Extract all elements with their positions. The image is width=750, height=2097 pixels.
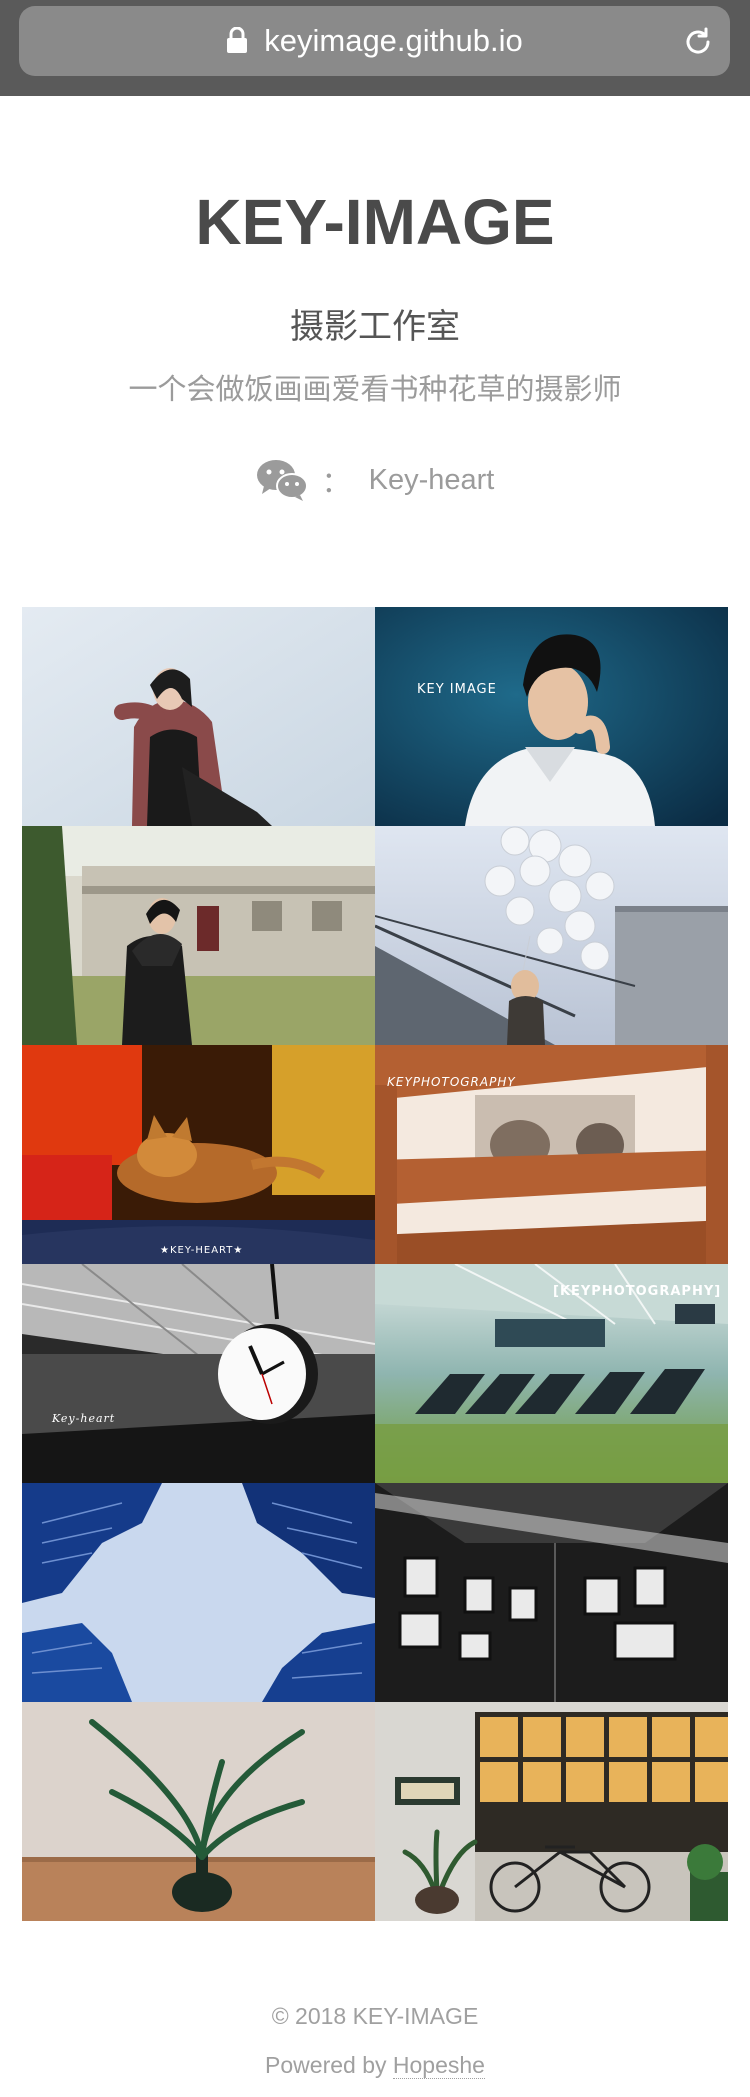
- photo-gallery: KEY IMAGE: [22, 607, 728, 1921]
- lock-icon: [227, 27, 248, 53]
- photo-plant-vase: [22, 1702, 375, 1921]
- photo-station-clock: [22, 1264, 375, 1483]
- address-bar[interactable]: keyimage.github.io: [19, 6, 730, 76]
- site-title: KEY-IMAGE: [195, 186, 555, 258]
- watermark: KEY IMAGE: [417, 682, 496, 698]
- wechat-id: Key-heart: [368, 463, 495, 496]
- photo-woman-cardigan: [22, 607, 375, 826]
- photo-tile[interactable]: [22, 826, 375, 1045]
- watermark: Key-heart: [52, 1412, 116, 1425]
- powered-prefix: Powered by: [265, 2052, 393, 2078]
- site-tagline: 一个会做饭画画爱看书种花草的摄影师: [128, 374, 622, 406]
- photo-man-white-shirt: [375, 607, 728, 826]
- photo-woman-old-buildings: [22, 826, 375, 1045]
- photo-sleeping-cat: [22, 1045, 375, 1264]
- photo-tile[interactable]: [22, 1483, 375, 1702]
- photo-tile[interactable]: [22, 607, 375, 826]
- photo-tile[interactable]: [22, 1702, 375, 1921]
- photo-tile[interactable]: [375, 1483, 728, 1702]
- browser-toolbar: keyimage.github.io: [0, 0, 750, 96]
- photo-tile[interactable]: [375, 1702, 728, 1921]
- photo-balloons-stairway: [375, 826, 728, 1045]
- footer-copyright: © 2018 KEY-IMAGE: [271, 2003, 479, 2029]
- photo-tile[interactable]: ★KEY-HEART★: [22, 1045, 375, 1264]
- wechat-contact: ： Key-heart: [0, 458, 750, 502]
- footer-powered-by: Powered by Hopeshe: [0, 2052, 750, 2079]
- watermark: KEYPHOTOGRAPHY: [387, 1075, 516, 1089]
- url-text: keyimage.github.io: [264, 23, 523, 58]
- photo-tile[interactable]: [KEYPHOTOGRAPHY]: [375, 1264, 728, 1483]
- photo-portrait-wall: [375, 1483, 728, 1702]
- photo-tile[interactable]: [375, 826, 728, 1045]
- reload-icon[interactable]: [682, 26, 714, 58]
- photo-tile[interactable]: KEY IMAGE: [375, 607, 728, 826]
- watermark: ★KEY-HEART★: [160, 1245, 244, 1256]
- photo-blue-buildings: [22, 1483, 375, 1702]
- wechat-icon: [256, 460, 308, 501]
- wechat-separator: ：: [321, 467, 351, 499]
- site-subtitle: 摄影工作室: [290, 308, 460, 346]
- photo-tile[interactable]: Key-heart: [22, 1264, 375, 1483]
- hopeshe-link[interactable]: Hopeshe: [392, 2052, 485, 2079]
- photo-tile[interactable]: KEYPHOTOGRAPHY: [375, 1045, 728, 1264]
- watermark: [KEYPHOTOGRAPHY]: [553, 1284, 722, 1299]
- photo-cafe-bicycle: [375, 1702, 728, 1921]
